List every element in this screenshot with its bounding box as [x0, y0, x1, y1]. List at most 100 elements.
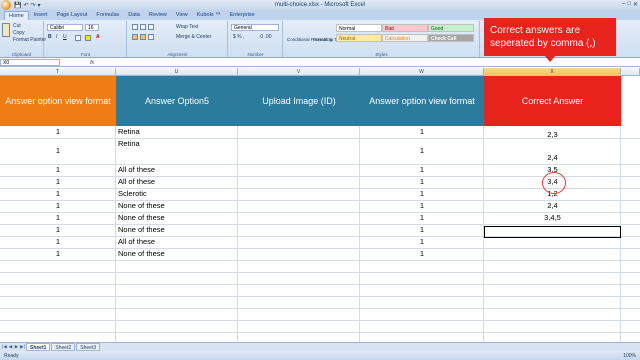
align-bottom-icon[interactable] [148, 24, 154, 30]
style-good[interactable]: Good [428, 24, 474, 32]
cell-u[interactable]: None of these [118, 224, 240, 236]
cell-t[interactable]: 1 [0, 188, 116, 200]
ribbon-tab-data[interactable]: Data [124, 11, 144, 20]
cut-button[interactable]: Cut [13, 23, 21, 29]
column-header-u[interactable]: U [116, 68, 238, 76]
cell-t[interactable]: 1 [0, 236, 116, 248]
ribbon-tab-view[interactable]: View [172, 11, 192, 20]
cell-x[interactable]: 3,4,5 [484, 212, 621, 224]
cell-u[interactable]: Retina [118, 138, 240, 150]
style-check-cell[interactable]: Check Cell [428, 34, 474, 42]
font-size-combo[interactable]: 16 [85, 24, 99, 31]
header-cell-v[interactable]: Upload Image (ID) [238, 76, 360, 126]
ribbon-tab-insert[interactable]: Insert [30, 11, 52, 20]
paste-icon[interactable] [2, 23, 10, 37]
cell-w[interactable]: 1 [360, 145, 484, 157]
cell-w[interactable]: 1 [360, 212, 484, 224]
sheet-tab-3[interactable]: Sheet3 [76, 343, 101, 351]
prev-sheet-icon[interactable]: ◀ [8, 344, 13, 350]
align-center-icon[interactable] [140, 34, 146, 40]
cell-w[interactable]: 1 [360, 164, 484, 176]
cell-t[interactable]: 1 [0, 200, 116, 212]
cell-u[interactable]: None of these [118, 248, 240, 260]
bold-icon[interactable]: B [48, 34, 52, 40]
currency-icon[interactable]: $ % , [233, 34, 244, 40]
cell-u[interactable]: Retina [118, 126, 240, 138]
cell-t[interactable]: 1 [0, 248, 116, 260]
first-sheet-icon[interactable]: |◀ [2, 344, 7, 350]
underline-icon[interactable]: U [63, 34, 67, 40]
column-header-t[interactable]: T [0, 68, 116, 76]
ribbon-tab-review[interactable]: Review [145, 11, 171, 20]
cell-t[interactable]: 1 [0, 126, 116, 138]
align-top-icon[interactable] [132, 24, 138, 30]
ribbon-tab-home[interactable]: Home [4, 11, 29, 20]
cell-w[interactable]: 1 [360, 188, 484, 200]
cell-t[interactable]: 1 [0, 176, 116, 188]
active-cell-selection[interactable] [484, 226, 621, 238]
worksheet-grid[interactable]: Answer option view format Answer Option5 U… [0, 76, 640, 345]
ribbon-tab-enterprise[interactable]: Enterprise [226, 11, 259, 20]
grid-row-line [0, 332, 640, 333]
cell-w[interactable]: 1 [360, 224, 484, 236]
column-header-y[interactable] [621, 68, 640, 76]
fill-color-icon[interactable] [85, 35, 91, 41]
cell-w[interactable]: 1 [360, 126, 484, 138]
cell-w[interactable]: 1 [360, 200, 484, 212]
decimal-icon[interactable]: .0 .00 [259, 34, 272, 40]
fx-icon[interactable]: fx [90, 60, 94, 66]
font-color-icon[interactable]: A [96, 34, 100, 40]
font-name-combo[interactable]: Calibri [47, 24, 83, 31]
grid-row-line [0, 284, 640, 285]
cell-u[interactable]: All of these [118, 164, 240, 176]
borders-icon[interactable] [75, 35, 81, 41]
style-bad[interactable]: Bad [382, 24, 428, 32]
header-cell-w[interactable]: Answer option view format [360, 76, 484, 126]
ribbon-tab-page-layout[interactable]: Page Layout [52, 11, 91, 20]
cell-t[interactable]: 1 [0, 145, 116, 157]
header-cell-x[interactable]: Correct Answer [484, 76, 621, 126]
number-format-combo[interactable]: General [231, 24, 279, 31]
ribbon-tab-kubols[interactable]: Kubols ™ [193, 11, 225, 20]
style-normal[interactable]: Normal [336, 24, 382, 32]
cell-x[interactable]: 2,4 [484, 200, 621, 212]
cell-u[interactable]: Sclerotic [118, 188, 240, 200]
header-cell-u[interactable]: Answer Option5 [116, 76, 238, 126]
column-header-v[interactable]: V [238, 68, 360, 76]
maximize-button[interactable]: □ [627, 1, 631, 8]
minimize-button[interactable]: – [622, 1, 625, 8]
style-calculation[interactable]: Calculation [382, 34, 428, 42]
cell-w[interactable]: 1 [360, 176, 484, 188]
cell-u[interactable]: All of these [118, 236, 240, 248]
column-header-w[interactable]: W [360, 68, 484, 76]
format-painter-button[interactable]: Format Painter [13, 37, 46, 43]
header-cell-t[interactable]: Answer option view format [0, 76, 116, 126]
sheet-tab-1[interactable]: Sheet1 [26, 343, 51, 351]
cell-w[interactable]: 1 [360, 236, 484, 248]
cell-u[interactable]: None of these [118, 212, 240, 224]
ribbon-tab-formulas[interactable]: Formulas [92, 11, 123, 20]
wrap-text-button[interactable]: Wrap Text [176, 24, 198, 30]
cell-u[interactable]: None of these [118, 200, 240, 212]
cell-x[interactable]: 2,3 [484, 129, 621, 141]
close-button[interactable]: ✕ [633, 1, 638, 8]
name-box[interactable]: X0 [0, 59, 60, 66]
align-middle-icon[interactable] [140, 24, 146, 30]
cell-t[interactable]: 1 [0, 224, 116, 236]
cell-w[interactable]: 1 [360, 248, 484, 260]
align-right-icon[interactable] [148, 34, 154, 40]
zoom-level[interactable]: 100% [623, 353, 636, 359]
style-neutral[interactable]: Neutral [336, 34, 382, 42]
align-left-icon[interactable] [132, 34, 138, 40]
merge-center-button[interactable]: Merge & Center [176, 34, 211, 40]
column-header-x[interactable]: X [484, 68, 621, 76]
cell-t[interactable]: 1 [0, 212, 116, 224]
cell-x[interactable]: 2,4 [484, 152, 621, 164]
copy-button[interactable]: Copy [13, 30, 25, 36]
cell-t[interactable]: 1 [0, 164, 116, 176]
last-sheet-icon[interactable]: ▶| [20, 344, 25, 350]
italic-icon[interactable]: I [56, 34, 57, 40]
sheet-tab-2[interactable]: Sheet2 [51, 343, 76, 351]
cell-u[interactable]: All of these [118, 176, 240, 188]
next-sheet-icon[interactable]: ▶ [14, 344, 19, 350]
